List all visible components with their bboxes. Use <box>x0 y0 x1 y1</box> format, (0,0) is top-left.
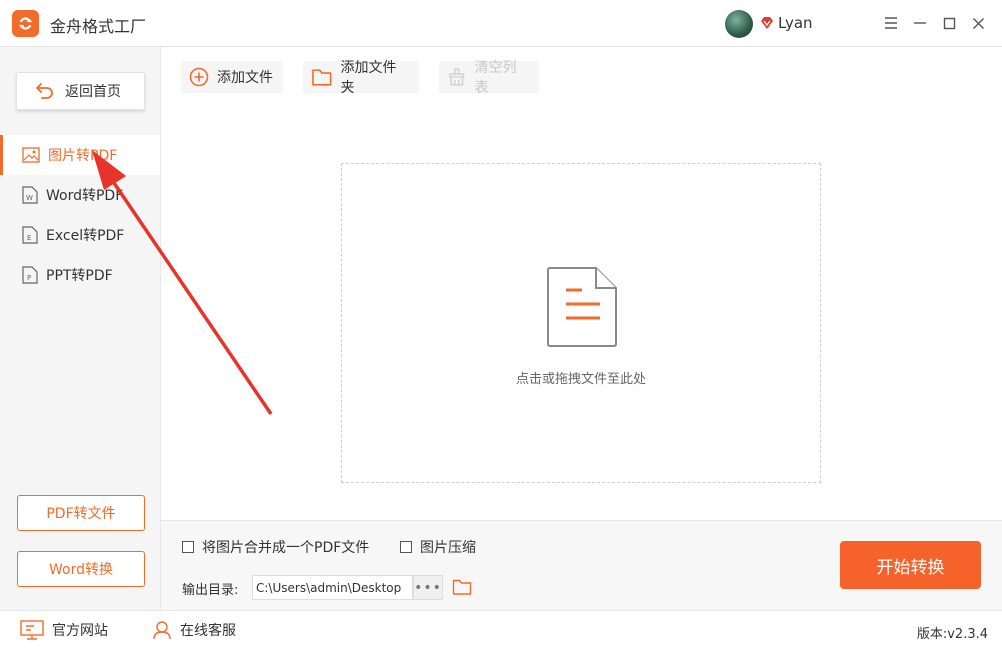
image-icon <box>22 147 40 163</box>
ppt-doc-icon: P <box>22 266 38 284</box>
compress-image-checkbox[interactable]: 图片压缩 <box>400 537 476 557</box>
svg-text:E: E <box>27 234 31 242</box>
customer-service-icon <box>153 621 171 640</box>
add-file-label: 添加文件 <box>217 70 273 86</box>
close-icon[interactable] <box>967 12 989 34</box>
pdf-to-file-button[interactable]: PDF转文件 <box>17 495 145 531</box>
app-logo-icon <box>12 10 39 37</box>
menu-icon[interactable] <box>880 12 902 34</box>
sidebar-item-image-to-pdf[interactable]: 图片转PDF <box>0 135 160 175</box>
sidebar-item-label: 图片转PDF <box>48 148 118 164</box>
title-bar: 金舟格式工厂 Lyan <box>0 0 1002 47</box>
merge-pdf-checkbox[interactable]: 将图片合并成一个PDF文件 <box>182 537 369 557</box>
open-folder-icon[interactable] <box>452 578 472 596</box>
file-drop-zone[interactable]: 点击或拖拽文件至此处 <box>341 163 821 483</box>
add-file-button[interactable]: 添加文件 <box>181 61 283 93</box>
maximize-icon[interactable] <box>938 12 960 34</box>
compress-image-label: 图片压缩 <box>420 540 476 556</box>
start-convert-button[interactable]: 开始转换 <box>840 541 981 589</box>
word-convert-button[interactable]: Word转换 <box>17 551 145 587</box>
sidebar-item-word-to-pdf[interactable]: W Word转PDF <box>0 175 160 215</box>
plus-circle-icon <box>189 67 209 87</box>
user-name[interactable]: Lyan <box>778 14 813 32</box>
word-doc-icon: W <box>22 186 38 204</box>
sidebar-item-ppt-to-pdf[interactable]: P PPT转PDF <box>0 255 160 295</box>
folder-icon <box>312 69 332 86</box>
vip-badge-icon <box>761 17 773 29</box>
online-support-link[interactable]: 在线客服 <box>152 620 236 640</box>
svg-text:W: W <box>26 194 33 202</box>
version-text: 版本:v2.3.4 <box>916 627 988 642</box>
clear-list-label: 清空列表 <box>474 60 517 96</box>
svg-text:P: P <box>27 274 31 282</box>
monitor-icon <box>20 620 44 640</box>
broom-icon <box>449 68 465 86</box>
sidebar: 返回首页 图片转PDF W Word转PDF E Excel转PDF P PPT… <box>0 47 161 610</box>
official-website-link[interactable]: 官方网站 <box>20 620 108 640</box>
checkbox-box[interactable] <box>182 541 194 553</box>
output-dir-field[interactable]: C:\Users\admin\Desktop <box>252 575 413 600</box>
add-folder-button[interactable]: 添加文件夹 <box>303 60 419 96</box>
output-dir-label: 输出目录: <box>182 583 239 598</box>
drop-hint-text: 点击或拖拽文件至此处 <box>515 372 646 387</box>
back-arrow-icon <box>36 83 53 99</box>
sidebar-item-excel-to-pdf[interactable]: E Excel转PDF <box>0 215 160 255</box>
sidebar-item-label: Excel转PDF <box>46 228 125 244</box>
app-title: 金舟格式工厂 <box>50 17 147 36</box>
online-support-label: 在线客服 <box>180 623 236 639</box>
sidebar-item-label: Word转PDF <box>46 188 124 204</box>
back-home-button[interactable]: 返回首页 <box>16 72 145 110</box>
add-folder-label: 添加文件夹 <box>340 60 397 96</box>
official-website-label: 官方网站 <box>52 623 108 639</box>
excel-doc-icon: E <box>22 226 38 244</box>
clear-list-button[interactable]: 清空列表 <box>439 60 539 96</box>
document-icon <box>547 267 617 347</box>
checkbox-box[interactable] <box>400 541 412 553</box>
status-bar: 官方网站 在线客服 版本:v2.3.4 <box>0 610 1002 652</box>
avatar[interactable] <box>725 10 753 38</box>
merge-pdf-label: 将图片合并成一个PDF文件 <box>202 540 370 556</box>
browse-dots-button[interactable]: ••• <box>413 575 443 600</box>
back-home-label: 返回首页 <box>65 84 121 100</box>
minimize-icon[interactable] <box>909 12 931 34</box>
sidebar-item-label: PPT转PDF <box>46 268 113 284</box>
